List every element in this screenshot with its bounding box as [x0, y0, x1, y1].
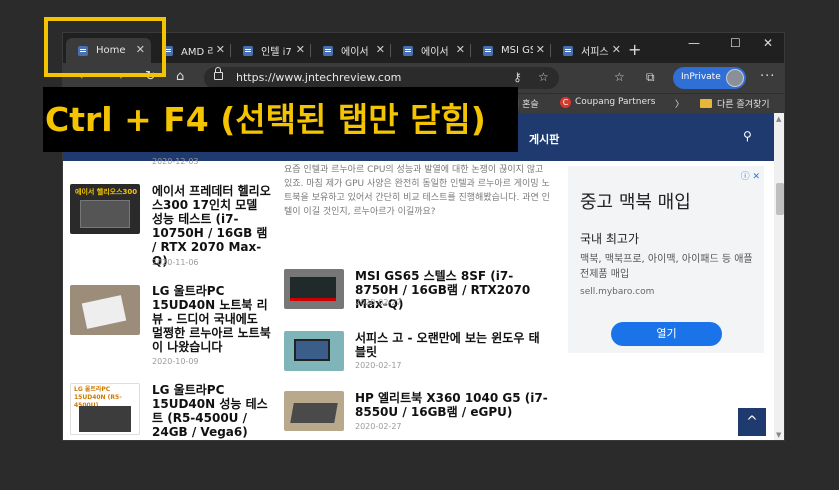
- inprivate-label: InPrivate: [681, 72, 721, 82]
- maximize-icon[interactable]: ☐: [730, 36, 741, 50]
- other-favorites-label: 다른 즐겨찾기: [717, 100, 770, 110]
- laptop-image: [290, 277, 336, 301]
- close-tab-icon[interactable]: ✕: [296, 43, 305, 56]
- post-title[interactable]: LG 울트라PC 15UD40N 성능 테스트 (R5-4500U / 24GB…: [152, 383, 272, 439]
- shortcut-caption: Ctrl + F4 (선택된 탭만 닫힘): [43, 87, 518, 152]
- site-favicon-icon: [483, 45, 493, 56]
- coupang-icon: C: [560, 97, 571, 108]
- scroll-down-icon[interactable]: ▼: [776, 431, 781, 439]
- new-tab-button[interactable]: +: [628, 40, 641, 59]
- tab-label: AMD 라: [181, 47, 213, 58]
- close-tab-icon[interactable]: ✕: [376, 43, 385, 56]
- site-favicon-icon: [403, 45, 413, 56]
- ad-body: 맥북, 맥북프로, 아이맥, 아이패드 등 애플 전제품 매입: [580, 254, 753, 280]
- page-scrollbar[interactable]: ▲ ▼: [774, 113, 784, 440]
- favorite-label: Coupang Partners: [575, 97, 656, 107]
- site-favicon-icon: [563, 45, 573, 56]
- ad-subhead: 국내 최고가: [580, 232, 640, 246]
- tab-label: 서피스: [581, 47, 609, 58]
- ad-headline: 중고 맥북 매입: [580, 192, 691, 213]
- more-menu-icon[interactable]: ···: [760, 69, 775, 84]
- tab-label: MSI GS: [501, 45, 533, 56]
- close-tab-icon[interactable]: ✕: [216, 43, 225, 56]
- collections-icon[interactable]: ⧉: [646, 70, 655, 85]
- post-excerpt: 요즘 인텔과 르누아르 CPU의 성능과 발열에 대한 논쟁이 끊이지 않고 있…: [284, 165, 550, 217]
- close-tab-icon[interactable]: ✕: [536, 43, 545, 56]
- laptop-image: [79, 406, 131, 432]
- close-window-icon[interactable]: ✕: [763, 36, 773, 50]
- post-thumbnail[interactable]: [284, 331, 344, 371]
- advertisement[interactable]: ⓘ ✕ 중고 맥북 매입 국내 최고가 맥북, 맥북프로, 아이맥, 아이패드 …: [568, 166, 764, 353]
- tab-surface[interactable]: 서피스 ✕: [551, 38, 627, 63]
- post-title[interactable]: 에이서 프레데터 헬리오스300 17인치 모델 성능 테스트 (i7-1075…: [152, 184, 272, 268]
- scroll-to-top-button[interactable]: ^: [738, 408, 766, 436]
- post-date: 2020-02-27: [355, 422, 402, 431]
- other-favorites-folder[interactable]: 다른 즐겨찾기: [700, 97, 770, 110]
- board-menu-link[interactable]: 게시판: [529, 131, 559, 147]
- web-content: 게시판 ⚲ 2020-12-03 에이서 헬리오스300 에이서 프레데터 헬리…: [63, 113, 784, 440]
- post-title[interactable]: 서피스 고 - 오랜만에 보는 윈도우 태블릿: [355, 331, 550, 359]
- post-date: 2020-02-17: [355, 361, 402, 370]
- tab-acer-2[interactable]: 에이서 ✕: [391, 38, 471, 63]
- ad-open-button[interactable]: 열기: [611, 322, 722, 346]
- close-tab-icon[interactable]: ✕: [612, 43, 621, 56]
- scrollbar-thumb[interactable]: [776, 183, 784, 215]
- tab-msi[interactable]: MSI GS ✕: [471, 38, 551, 63]
- tab-highlight-box: [44, 17, 166, 77]
- post-date: 2020-10-09: [152, 357, 199, 366]
- search-icon[interactable]: ⚲: [743, 129, 752, 143]
- post-title[interactable]: HP 엘리트북 X360 1040 G5 (i7-8550U / 16GB램 /…: [355, 391, 550, 419]
- url-text[interactable]: https://www.jntechreview.com: [236, 71, 401, 84]
- site-favicon-icon: [243, 45, 253, 56]
- favorite-star-icon[interactable]: ☆: [538, 70, 549, 84]
- post-thumbnail[interactable]: [284, 391, 344, 431]
- home-icon[interactable]: ⌂: [176, 69, 184, 84]
- laptop-image: [80, 200, 130, 228]
- tab-intel[interactable]: 인텔 i7 ✕: [231, 38, 311, 63]
- ad-choices-icon[interactable]: ⓘ ✕: [741, 169, 760, 182]
- post-thumbnail[interactable]: 에이서 헬리오스300: [70, 184, 140, 234]
- lock-icon: [214, 67, 223, 80]
- scroll-up-icon[interactable]: ▲: [776, 115, 781, 123]
- tablet-image: [294, 339, 330, 361]
- tab-label: 에이서: [421, 47, 449, 58]
- post-title[interactable]: LG 울트라PC 15UD40N 노트북 리뷰 - 드디어 국내에도 멀쩡한 르…: [152, 284, 272, 354]
- post-date: 2020-11-06: [152, 258, 199, 267]
- post-thumbnail[interactable]: LG 울트라PC 15UD40N (R5-4500U): [70, 383, 140, 435]
- minimize-icon[interactable]: —: [688, 36, 700, 50]
- tab-label: 에이서: [341, 47, 369, 58]
- avatar: [726, 69, 744, 87]
- laptop-image: [290, 403, 338, 423]
- tab-acer-1[interactable]: 에이서 ✕: [311, 38, 391, 63]
- close-tab-icon[interactable]: ✕: [456, 43, 465, 56]
- thumbnail-caption: 에이서 헬리오스300: [75, 188, 138, 196]
- folder-icon: [700, 99, 712, 108]
- laptop-image: [81, 295, 127, 329]
- post-thumbnail[interactable]: [70, 285, 140, 335]
- address-bar[interactable]: https://www.jntechreview.com ⚷ ☆: [204, 67, 559, 89]
- key-icon[interactable]: ⚷: [513, 70, 522, 84]
- favorites-list-icon[interactable]: ☆: [614, 70, 625, 84]
- ad-site: sell.mybaro.com: [580, 287, 655, 297]
- site-favicon-icon: [323, 45, 333, 56]
- post-date: 2020-02-27: [355, 298, 402, 307]
- post-thumbnail[interactable]: [284, 269, 344, 309]
- favorite-coupang[interactable]: C Coupang Partners: [560, 97, 655, 108]
- more-favorites-chevron-icon[interactable]: 〉: [675, 97, 684, 110]
- inprivate-button[interactable]: InPrivate: [673, 67, 746, 89]
- post-date: 2020-12-03: [152, 157, 199, 166]
- tab-label: 인텔 i7: [261, 47, 292, 58]
- tab-strip: Home ✕ AMD 라 ✕ 인텔 i7 ✕ 에이서 ✕ 에이서 ✕: [63, 33, 784, 63]
